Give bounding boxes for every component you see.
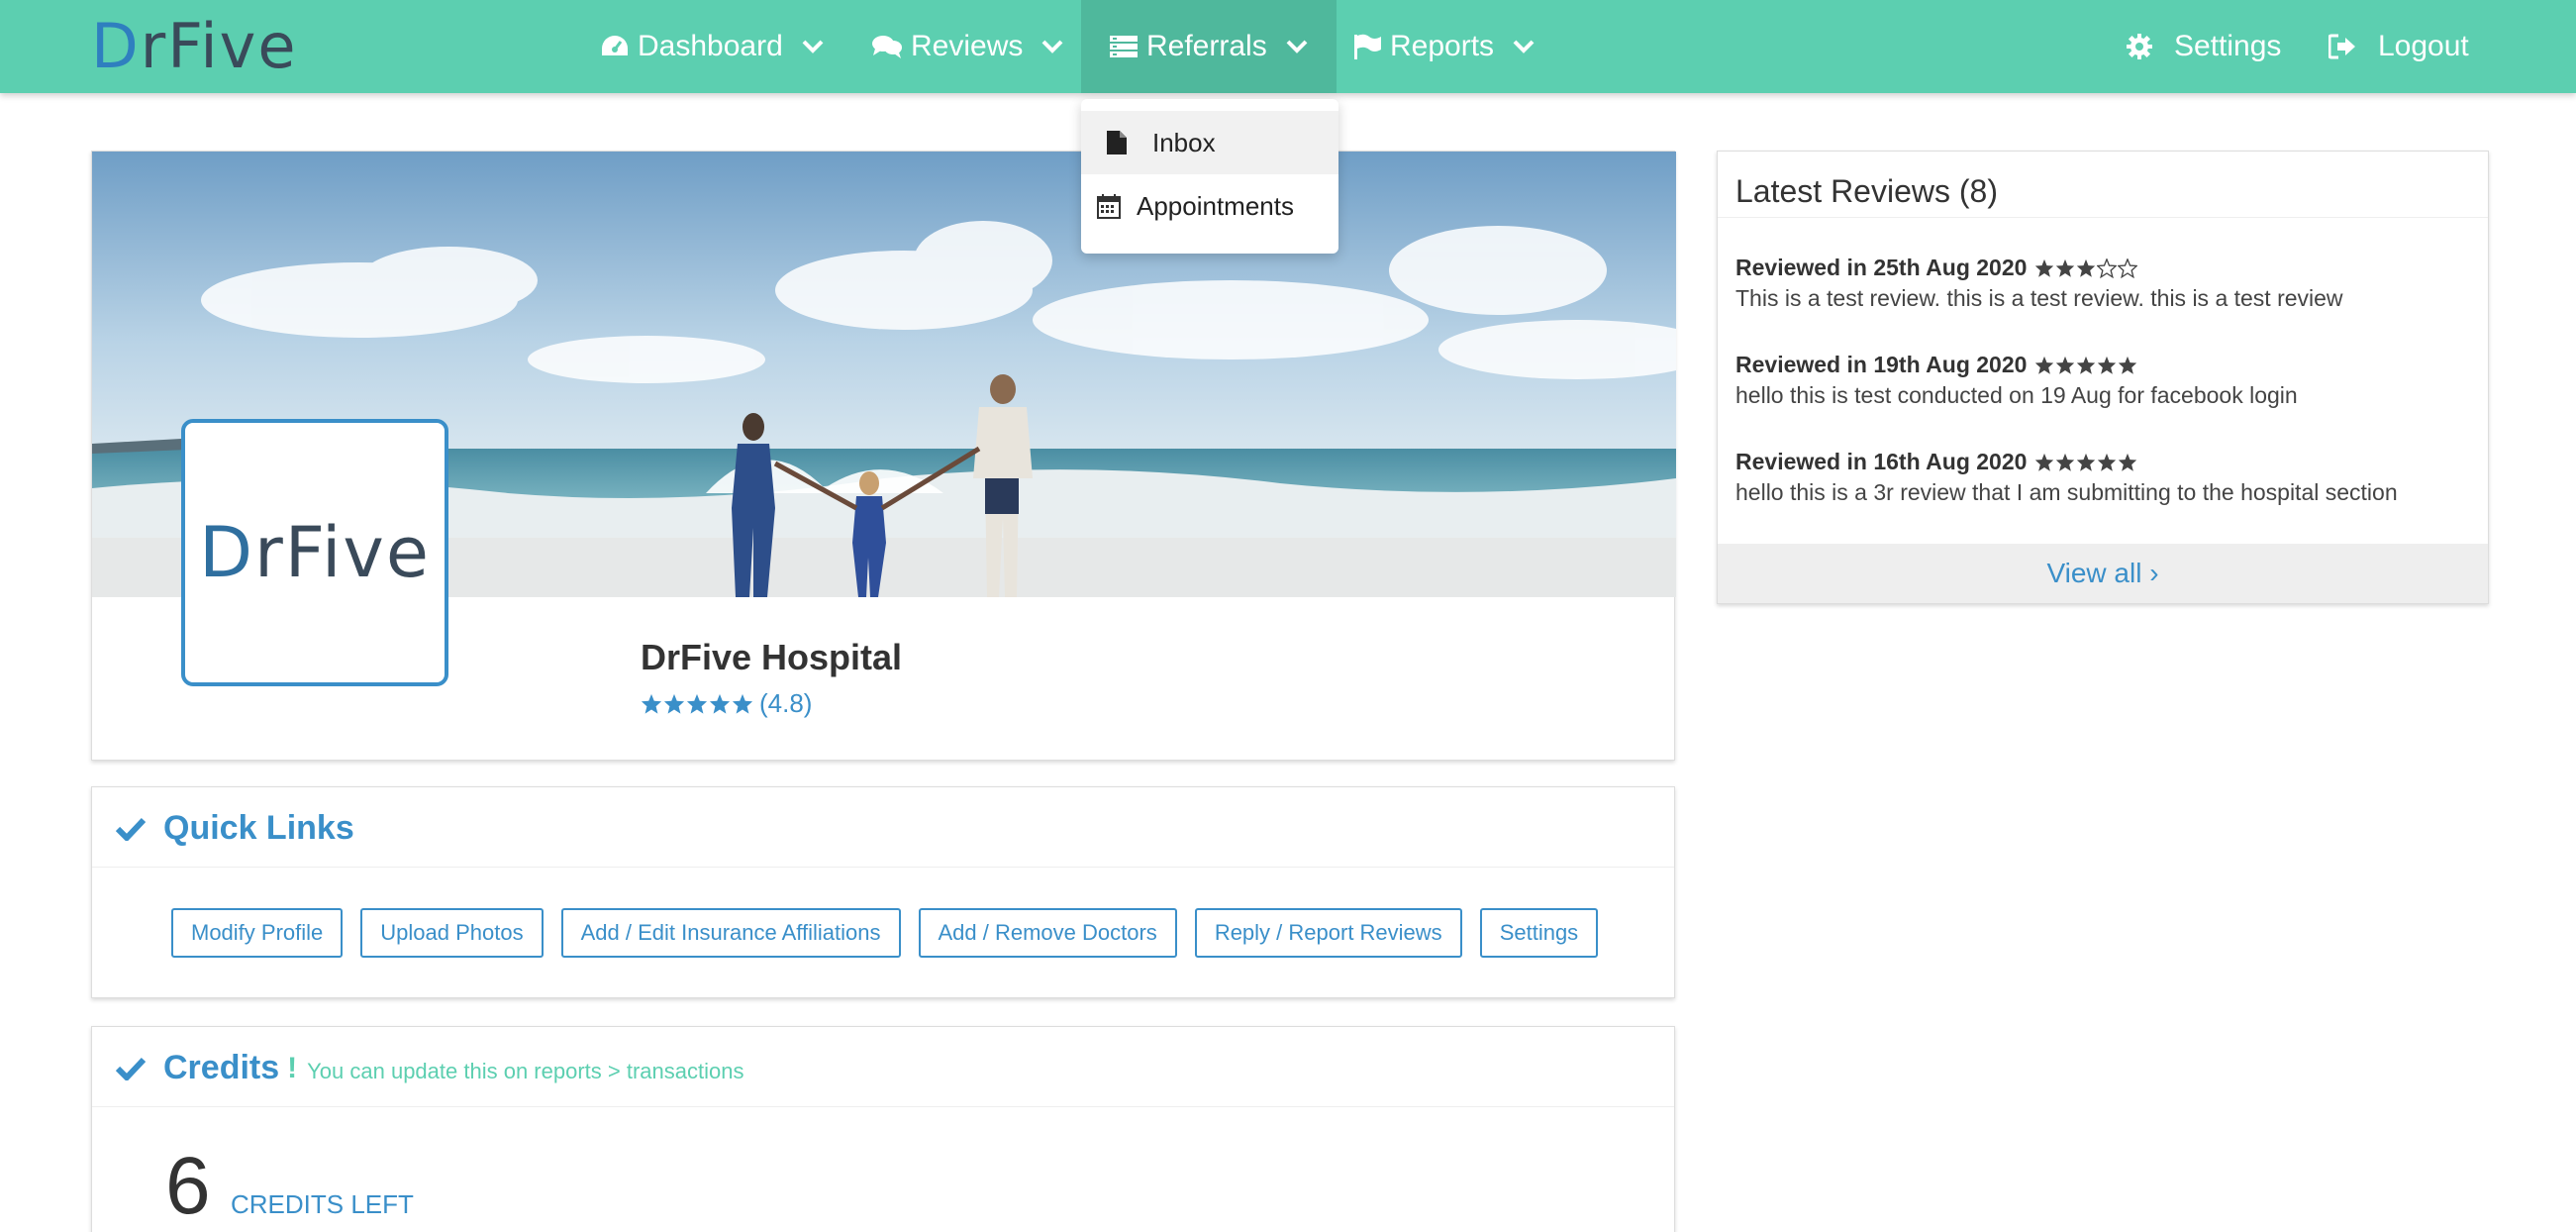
credits-header: Credits ! You can update this on reports…: [116, 1049, 743, 1087]
reply-reviews-button[interactable]: Reply / Report Reviews: [1194, 908, 1462, 958]
credits-card: Credits ! You can update this on reports…: [91, 1026, 1675, 1232]
star-icon: [2056, 258, 2075, 277]
quick-links-title: Quick Links: [163, 809, 354, 847]
star-icon: [732, 693, 753, 714]
star-icon: [2119, 356, 2137, 374]
review-stars: [2034, 356, 2137, 375]
hospital-rating: (4.8): [641, 688, 812, 719]
star-icon: [2077, 453, 2096, 471]
star-icon: [2056, 453, 2075, 471]
chevron-down-icon: [1285, 39, 1309, 54]
rating-value: (4.8): [759, 688, 813, 718]
star-icon: [686, 693, 708, 714]
review-heading: Reviewed in 16th Aug 2020: [1735, 449, 2028, 474]
comments-icon: [871, 34, 903, 59]
review-stars: [2034, 257, 2138, 278]
calendar-icon: [1081, 193, 1137, 219]
nav-reviews[interactable]: Reviews: [871, 0, 1064, 93]
modify-profile-button[interactable]: Modify Profile: [171, 908, 344, 958]
nav-referrals[interactable]: Referrals: [1081, 0, 1337, 93]
star-icon: [2056, 356, 2075, 374]
hospital-name: DrFive Hospital: [641, 637, 903, 677]
dashboard-icon: [600, 34, 630, 59]
avatar-logo: DrFive: [199, 512, 431, 593]
review-item[interactable]: Reviewed in 16th Aug 2020 hello this is …: [1735, 449, 2468, 506]
tasks-icon: [1109, 34, 1139, 59]
nav-logout[interactable]: Logout: [2328, 0, 2469, 93]
star-icon: [641, 693, 662, 714]
edit-insurance-button[interactable]: Add / Edit Insurance Affiliations: [560, 908, 901, 958]
review-text: This is a test review. this is a test re…: [1735, 285, 2343, 311]
referrals-dropdown: Inbox Appointments: [1081, 99, 1338, 254]
sign-out-icon: [2328, 34, 2356, 59]
quick-links-buttons: Modify Profile Upload Photos Add / Edit …: [171, 908, 1599, 958]
credits-label: CREDITS LEFT: [231, 1189, 414, 1219]
review-item[interactable]: Reviewed in 25th Aug 2020 This is a test…: [1735, 255, 2468, 312]
review-text: hello this is test conducted on 19 Aug f…: [1735, 382, 2298, 408]
nav-dashboard[interactable]: Dashboard: [600, 0, 825, 93]
file-icon: [1081, 130, 1152, 155]
check-icon: [116, 817, 146, 841]
hospital-avatar[interactable]: DrFive: [181, 419, 448, 686]
top-navbar: DrFive Dashboard Reviews Referrals Repor: [0, 0, 2576, 93]
star-icon: [2035, 356, 2054, 374]
star-icon: [2119, 453, 2137, 471]
star-icon: [2077, 258, 2096, 277]
star-icon: [2035, 453, 2054, 471]
chevron-down-icon: [1512, 39, 1536, 54]
chevron-down-icon: [1040, 39, 1064, 54]
nav-settings[interactable]: Settings: [2127, 0, 2281, 93]
check-icon: [116, 1057, 146, 1080]
credits-note: You can update this on reports > transac…: [307, 1058, 744, 1083]
credits-count: 6: [165, 1141, 211, 1231]
star-icon: [2098, 453, 2117, 471]
quick-links-card: Quick Links Modify Profile Upload Photos…: [91, 786, 1675, 998]
quick-links-header: Quick Links: [116, 809, 354, 848]
rating-stars: [641, 693, 753, 715]
star-icon: [2098, 356, 2117, 374]
nav-reports[interactable]: Reports: [1352, 0, 1536, 93]
gear-icon: [2127, 34, 2152, 59]
dropdown-item-inbox[interactable]: Inbox: [1081, 111, 1338, 174]
view-all-reviews-link[interactable]: View all ›: [1718, 544, 2488, 603]
chevron-down-icon: [801, 39, 825, 54]
exclamation-icon: !: [287, 1051, 298, 1084]
star-outline-icon: [2097, 257, 2118, 278]
brand-logo[interactable]: DrFive: [91, 14, 297, 79]
divider: [92, 1106, 1674, 1107]
dropdown-item-appointments[interactable]: Appointments: [1081, 174, 1338, 238]
profile-card: DrFive DrFive Hospital (4.8): [91, 151, 1676, 761]
latest-reviews-card: Latest Reviews (8) Reviewed in 25th Aug …: [1717, 151, 2489, 604]
review-item[interactable]: Reviewed in 19th Aug 2020 hello this is …: [1735, 352, 2468, 409]
divider: [1718, 217, 2488, 218]
star-icon: [2035, 258, 2054, 277]
latest-reviews-title: Latest Reviews (8): [1735, 173, 1998, 209]
star-icon: [663, 693, 685, 714]
star-icon: [2077, 356, 2096, 374]
star-icon: [709, 693, 731, 714]
settings-button[interactable]: Settings: [1479, 908, 1599, 958]
manage-doctors-button[interactable]: Add / Remove Doctors: [918, 908, 1177, 958]
review-heading: Reviewed in 25th Aug 2020: [1735, 255, 2028, 280]
star-outline-icon: [2118, 257, 2138, 278]
review-stars: [2034, 453, 2137, 472]
review-text: hello this is a 3r review that I am subm…: [1735, 479, 2398, 505]
credits-title: Credits: [163, 1049, 280, 1086]
review-heading: Reviewed in 19th Aug 2020: [1735, 352, 2028, 377]
upload-photos-button[interactable]: Upload Photos: [360, 908, 544, 958]
flag-icon: [1352, 33, 1382, 60]
divider: [92, 867, 1674, 868]
